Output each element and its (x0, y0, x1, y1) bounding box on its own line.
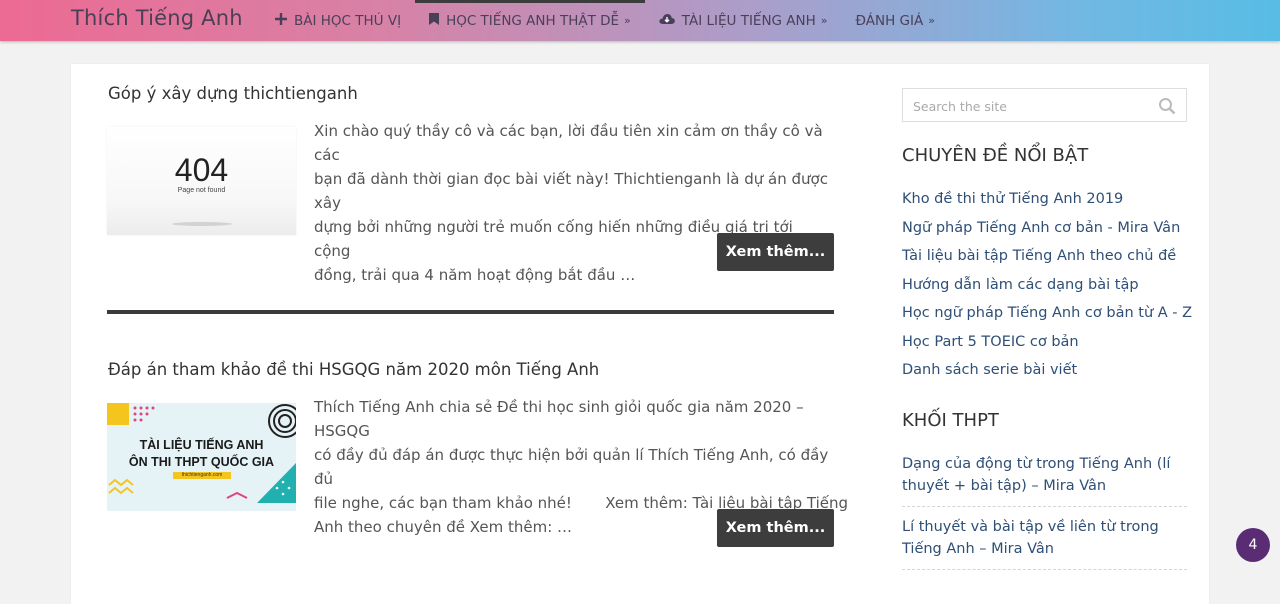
nav-item-danh-gia[interactable]: ĐÁNH GIÁ » (842, 0, 949, 41)
thpt-post-link[interactable]: Lí thuyết và bài tập về liên từ trong Ti… (902, 516, 1187, 570)
widget-title-thpt: KHỐI THPT (902, 410, 999, 431)
featured-topic-link[interactable]: Học Part 5 TOEIC cơ bản (902, 330, 1192, 359)
nav-label: HỌC TIẾNG ANH THẬT DỄ (446, 12, 620, 29)
featured-topic-link[interactable]: Hướng dẫn làm các dạng bài tập (902, 273, 1192, 302)
post-thumbnail[interactable]: TÀI LIỆU TIẾNG ANH ÔN THI THPT QUỐC GIA … (107, 403, 296, 511)
featured-topic-link[interactable]: Kho đề thi thử Tiếng Anh 2019 (902, 187, 1192, 216)
chevron-right-icon: » (820, 14, 828, 27)
nav-item-bai-hoc-thu-vi[interactable]: BÀI HỌC THÚ VỊ (261, 0, 415, 41)
top-navigation-bar: Thích Tiếng Anh BÀI HỌC THÚ VỊ HỌC TIẾNG… (0, 0, 1280, 41)
nav-label: BÀI HỌC THÚ VỊ (294, 12, 402, 29)
excerpt-line: Xin chào quý thầy cô và các bạn, lời đầu… (314, 122, 823, 164)
widget-title-featured: CHUYÊN ĐỀ NỔI BẬT (902, 145, 1089, 166)
featured-topic-link[interactable]: Ngữ pháp Tiếng Anh cơ bản - Mira Vân (902, 216, 1192, 245)
post-title[interactable]: Góp ý xây dựng thichtienganh (108, 84, 358, 103)
featured-topics-list: Kho đề thi thử Tiếng Anh 2019 Ngữ pháp T… (902, 187, 1192, 387)
bookmark-icon (429, 12, 440, 29)
site-logo[interactable]: Thích Tiếng Anh (71, 6, 243, 30)
featured-topic-link[interactable]: Tài liệu bài tập Tiếng Anh theo chủ đề (902, 244, 1192, 273)
chevron-right-icon: » (624, 14, 631, 27)
post-divider (107, 310, 834, 314)
nav-item-hoc-tieng-anh-that-de[interactable]: HỌC TIẾNG ANH THẬT DỄ » (415, 0, 645, 41)
search-box (902, 88, 1187, 122)
search-input[interactable] (911, 90, 1155, 122)
thumbnail-site-label: thichtienganh.com (173, 472, 231, 479)
thumbnail-shadow (172, 222, 232, 226)
plus-icon (275, 12, 287, 29)
featured-topic-link[interactable]: Học ngữ pháp Tiếng Anh cơ bản từ A - Z (902, 301, 1192, 330)
nav-item-tai-lieu-tieng-anh[interactable]: TÀI LIỆU TIẾNG ANH » (645, 0, 842, 41)
thpt-posts-list: Dạng của động từ trong Tiếng Anh (lí thu… (902, 453, 1187, 579)
featured-topic-link[interactable]: Danh sách serie bài viết (902, 358, 1192, 387)
cloud-download-icon (659, 13, 675, 29)
thumbnail-title-line-1: TÀI LIỆU TIẾNG ANH (139, 438, 264, 452)
post-thumbnail[interactable]: 404 Page not found (107, 127, 296, 235)
read-more-button[interactable]: Xem thêm... (717, 233, 834, 271)
nav-label: ĐÁNH GIÁ (855, 12, 924, 29)
post-title[interactable]: Đáp án tham khảo đề thi HSGQG năm 2020 m… (108, 360, 599, 379)
excerpt-line: có đầy đủ đáp án được thực hiện bởi quản… (314, 446, 829, 488)
thumbnail-decoration (107, 403, 296, 503)
thpt-post-link[interactable]: Dạng của động từ trong Tiếng Anh (lí thu… (902, 453, 1187, 507)
read-more-button[interactable]: Xem thêm... (717, 509, 834, 547)
search-icon[interactable] (1158, 97, 1176, 115)
thumbnail-caption: Page not found (177, 187, 226, 194)
excerpt-line: bạn đã dành thời gian đọc bài viết này! … (314, 170, 828, 212)
thumbnail-404-text: 404 (174, 152, 229, 188)
excerpt-line: Thích Tiếng Anh chia sẻ Đề thi học sinh … (314, 398, 804, 440)
thumbnail-title-line-2: ÔN THI THPT QUỐC GIA (128, 455, 275, 469)
chevron-right-icon: » (928, 14, 935, 27)
nav-label: TÀI LIỆU TIẾNG ANH (681, 12, 816, 29)
notification-badge[interactable]: 4 (1236, 528, 1270, 562)
main-menu: BÀI HỌC THÚ VỊ HỌC TIẾNG ANH THẬT DỄ » T… (261, 0, 949, 41)
